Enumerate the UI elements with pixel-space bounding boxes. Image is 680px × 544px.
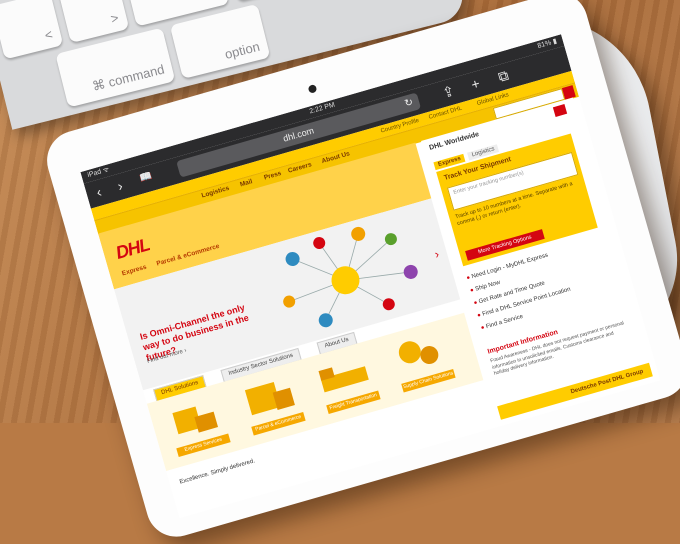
back-icon[interactable]: ‹ (94, 183, 103, 200)
key-lt[interactable]: < (0, 0, 64, 60)
ipad-screen: iPad ᯤ 2:22 PM 81% ▮ ‹ › 📖 dhl.com ↻ ⇪ +… (80, 34, 661, 519)
tabs-icon[interactable]: ⧉ (496, 67, 510, 85)
share-icon[interactable]: ⇪ (440, 82, 456, 101)
key-gt[interactable]: > (57, 0, 130, 44)
tile-parcel[interactable]: Parcel & eCommerce (233, 367, 312, 439)
gear-icon (418, 343, 441, 367)
tile-label: Freight Transportation (326, 390, 381, 415)
tile-label: Supply Chain Solutions (401, 368, 456, 393)
key-control[interactable]: control (224, 0, 345, 2)
key-label: option (223, 38, 262, 62)
tile-freight[interactable]: Freight Transportation (308, 346, 387, 418)
tile-express[interactable]: Express Services (158, 389, 237, 461)
tile-label: Express Services (176, 433, 231, 458)
carousel-next-icon[interactable]: › (433, 247, 441, 262)
nav-mail[interactable]: Mail (239, 178, 253, 188)
dhl-logo[interactable]: DHL (113, 234, 151, 264)
subnav-express[interactable]: Express (121, 264, 147, 278)
hero-headline[interactable]: Is Omni-Channel the only way to do busin… (139, 299, 263, 364)
parcel-icon (272, 387, 295, 410)
forward-icon[interactable]: › (116, 177, 125, 194)
camera-icon (307, 83, 318, 94)
key-option[interactable]: option (169, 3, 271, 79)
region-go-button[interactable] (552, 104, 568, 117)
bookmarks-icon[interactable]: 📖 (138, 169, 154, 188)
nav-press[interactable]: Press (263, 170, 282, 182)
key-label: ⌘ command (90, 61, 166, 94)
tile-supply-chain[interactable]: Supply Chain Solutions (383, 324, 462, 396)
new-tab-icon[interactable]: + (469, 75, 481, 93)
key-label: > (109, 10, 121, 27)
address-text: dhl.com (281, 125, 316, 144)
tile-label: Parcel & eCommerce (251, 411, 306, 436)
key-label: alt (203, 0, 220, 3)
reload-icon[interactable]: ↻ (403, 94, 416, 113)
key-label: < (43, 26, 55, 43)
